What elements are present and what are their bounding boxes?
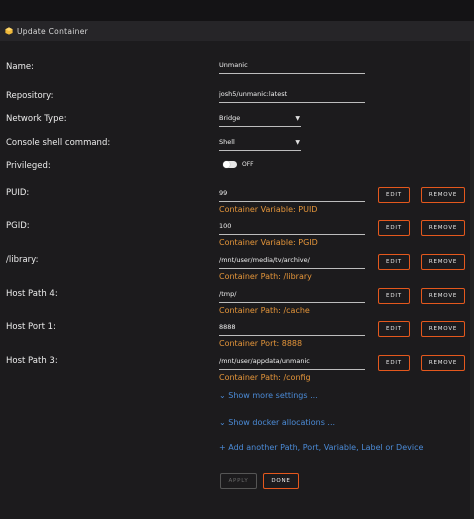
- mapping-hint: Container Variable: PUID: [219, 205, 318, 214]
- mapping-label: Host Port 1:: [6, 322, 56, 332]
- mapping-input[interactable]: 99: [219, 187, 365, 202]
- name-label: Name:: [6, 62, 34, 72]
- plus-icon: +: [219, 443, 226, 452]
- edit-button[interactable]: EDIT: [378, 288, 410, 304]
- top-band: [0, 0, 474, 21]
- console-shell-select[interactable]: Shell ▼: [219, 137, 301, 151]
- mapping-label: Host Path 4:: [6, 289, 58, 299]
- remove-button[interactable]: REMOVE: [421, 321, 465, 337]
- mapping-label: /library:: [6, 255, 39, 265]
- edit-button[interactable]: EDIT: [378, 355, 410, 371]
- mapping-input[interactable]: 8888: [219, 321, 365, 336]
- remove-button[interactable]: REMOVE: [421, 254, 465, 270]
- remove-button[interactable]: REMOVE: [421, 288, 465, 304]
- mapping-input[interactable]: /mnt/user/media/tv/archive/: [219, 254, 365, 269]
- repository-label: Repository:: [6, 91, 54, 101]
- network-type-value: Bridge: [219, 114, 241, 122]
- mapping-input[interactable]: /mnt/user/appdata/unmanic: [219, 355, 365, 370]
- toggle-knob: [223, 161, 230, 168]
- window-titlebar: Update Container: [0, 21, 474, 41]
- edit-button[interactable]: EDIT: [378, 254, 410, 270]
- mapping-hint: Container Port: 8888: [219, 339, 303, 348]
- window-title: Update Container: [17, 26, 88, 36]
- done-button[interactable]: DONE: [263, 473, 299, 489]
- chevron-down-icon: ⌄: [219, 391, 226, 400]
- show-more-settings-link[interactable]: ⌄ Show more settings ...: [219, 391, 318, 400]
- scrollbar-track[interactable]: [470, 41, 474, 519]
- mapping-label: PUID:: [6, 188, 30, 198]
- edit-button[interactable]: EDIT: [378, 187, 410, 203]
- dropdown-arrow-icon: ▼: [295, 115, 300, 122]
- mapping-hint: Container Path: /library: [219, 272, 312, 281]
- show-docker-allocations-link[interactable]: ⌄ Show docker allocations ...: [219, 418, 335, 427]
- box-icon: [5, 27, 13, 35]
- mapping-label: PGID:: [6, 221, 30, 231]
- remove-button[interactable]: REMOVE: [421, 187, 465, 203]
- add-another-link[interactable]: + Add another Path, Port, Variable, Labe…: [219, 443, 423, 452]
- mapping-label: Host Path 3:: [6, 356, 58, 366]
- mapping-hint: Container Path: /config: [219, 373, 311, 382]
- remove-button[interactable]: REMOVE: [421, 355, 465, 371]
- mapping-input[interactable]: /tmp/: [219, 288, 365, 303]
- name-input[interactable]: Unmanic: [219, 59, 365, 74]
- mapping-input[interactable]: 100: [219, 220, 365, 235]
- chevron-down-icon: ⌄: [219, 418, 226, 427]
- edit-button[interactable]: EDIT: [378, 321, 410, 337]
- mapping-hint: Container Path: /cache: [219, 306, 310, 315]
- privileged-toggle[interactable]: [223, 161, 237, 168]
- network-type-select[interactable]: Bridge ▼: [219, 113, 301, 127]
- remove-button[interactable]: REMOVE: [421, 220, 465, 236]
- privileged-label: Privileged:: [6, 161, 51, 171]
- apply-button[interactable]: APPLY: [220, 473, 257, 489]
- console-shell-label: Console shell command:: [6, 138, 111, 148]
- network-type-label: Network Type:: [6, 114, 67, 124]
- repository-input[interactable]: josh5/unmanic:latest: [219, 88, 365, 103]
- edit-button[interactable]: EDIT: [378, 220, 410, 236]
- console-shell-value: Shell: [219, 138, 235, 146]
- mapping-hint: Container Variable: PGID: [219, 238, 318, 247]
- dropdown-arrow-icon: ▼: [295, 139, 300, 146]
- privileged-state: OFF: [242, 161, 254, 168]
